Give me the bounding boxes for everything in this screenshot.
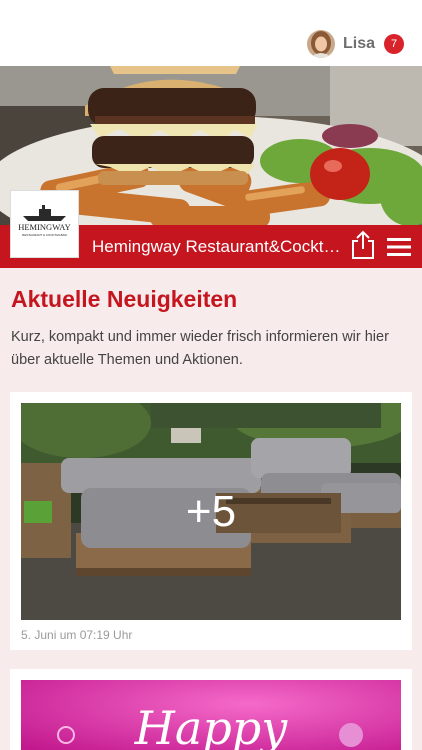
- restaurant-logo: HEMINGWAY RESTAURANT & COCKTAILBAR: [10, 190, 79, 258]
- news-post-card[interactable]: +5 5. Juni um 07:19 Uhr: [10, 392, 412, 650]
- post-photo-happy[interactable]: Happy: [21, 680, 401, 750]
- user-profile[interactable]: Lisa 7: [306, 29, 404, 59]
- section-intro: Kurz, kompakt und immer wieder frisch in…: [11, 329, 389, 368]
- section-title: Aktuelle Neuigkeiten: [11, 286, 238, 312]
- notification-badge[interactable]: 7: [384, 34, 404, 54]
- post-date: 5. Juni um 07:19 Uhr: [21, 628, 133, 642]
- restaurant-title: Hemingway Restaurant&Cocktailbar: [92, 237, 344, 256]
- avatar[interactable]: [306, 30, 335, 58]
- more-photos-count[interactable]: +5: [21, 403, 401, 620]
- logo-text: HEMINGWAY: [18, 222, 71, 232]
- news-post-card[interactable]: Happy: [10, 669, 412, 750]
- share-icon[interactable]: [350, 230, 376, 260]
- post-image-text: Happy: [134, 701, 288, 750]
- user-name[interactable]: Lisa: [343, 35, 375, 53]
- top-bar: Lisa 7: [0, 0, 422, 66]
- logo-subtext: RESTAURANT & COCKTAILBAR: [22, 233, 68, 237]
- hamburger-menu-icon[interactable]: [386, 235, 412, 259]
